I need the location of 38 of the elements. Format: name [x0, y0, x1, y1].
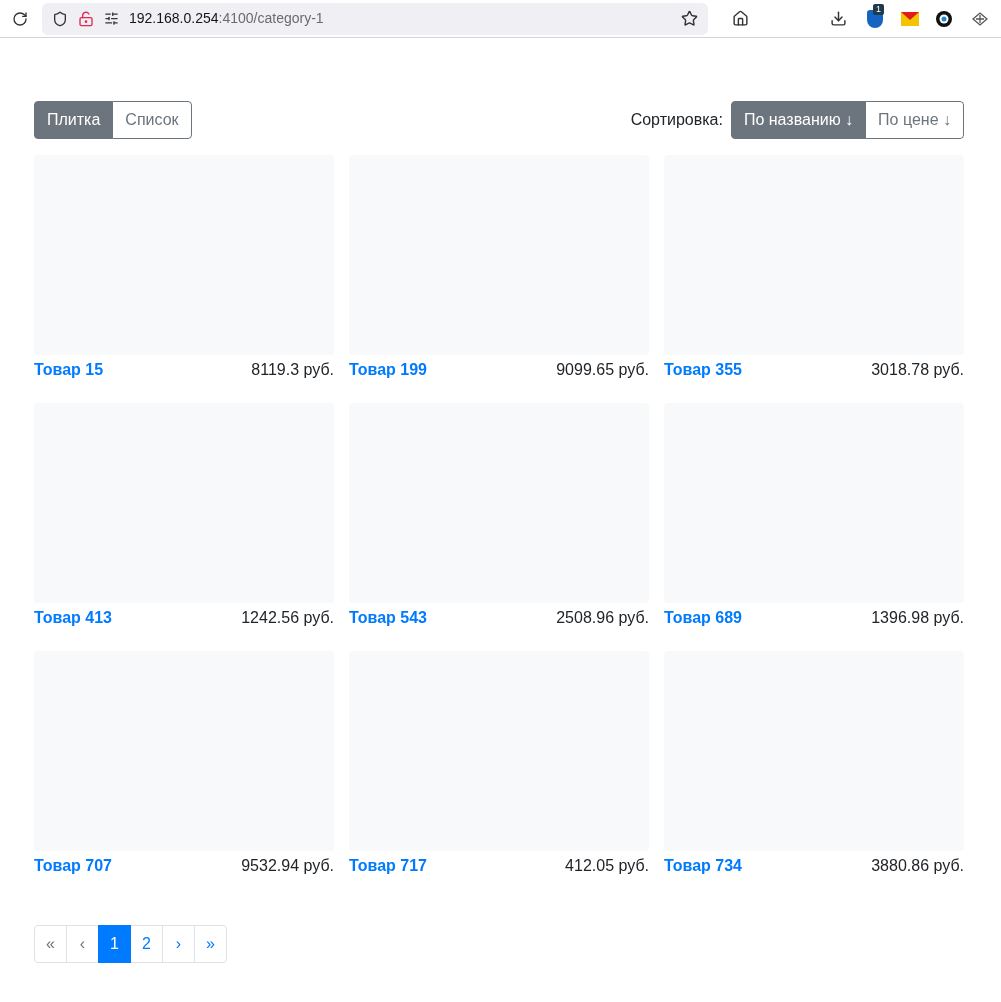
shield-icon[interactable] [52, 10, 68, 27]
home-icon[interactable] [732, 10, 749, 27]
pagination-button[interactable]: › [162, 925, 195, 963]
pagination-button[interactable]: 1 [98, 925, 131, 963]
product-link[interactable]: Товар 543 [349, 606, 427, 630]
product-price: 9532.94 руб. [241, 856, 334, 876]
sort-button[interactable]: По названию ↓ [730, 101, 867, 139]
url-text: 192.168.0.254:4100/category-1 [129, 9, 324, 28]
product-link[interactable]: Товар 734 [664, 854, 742, 878]
product-price: 3018.78 руб. [871, 360, 964, 380]
reload-icon[interactable] [12, 10, 28, 27]
product-price: 2508.96 руб. [556, 608, 649, 628]
sort-button[interactable]: По цене ↓ [865, 101, 964, 139]
product-price: 8119.3 руб. [251, 360, 334, 380]
product-link[interactable]: Товар 199 [349, 358, 427, 382]
pagination-button[interactable]: » [194, 925, 227, 963]
product-link[interactable]: Товар 717 [349, 854, 427, 878]
product-link[interactable]: Товар 707 [34, 854, 112, 878]
bookmark-star-icon[interactable] [681, 10, 698, 27]
insecure-lock-icon[interactable] [78, 10, 94, 27]
permissions-icon[interactable] [104, 11, 119, 26]
envelope-icon[interactable] [901, 11, 919, 26]
view-toggle-button[interactable]: Список [112, 101, 192, 139]
extension-badge: 1 [873, 3, 884, 15]
product-price: 3880.86 руб. [871, 856, 964, 876]
address-bar[interactable]: 192.168.0.254:4100/category-1 [42, 2, 708, 35]
product-link[interactable]: Товар 15 [34, 358, 104, 382]
product-link[interactable]: Товар 355 [664, 358, 742, 382]
product-link[interactable]: Товар 689 [664, 606, 742, 630]
download-icon[interactable] [830, 10, 847, 27]
product-price: 1242.56 руб. [241, 608, 334, 628]
eye-icon[interactable] [935, 9, 953, 28]
product-price: 9099.65 руб. [556, 360, 649, 380]
view-toggle-button[interactable]: Плитка [34, 101, 114, 139]
product-link[interactable]: Товар 413 [34, 606, 112, 630]
product-price: 1396.98 руб. [871, 608, 964, 628]
sort-label: Сортировка: [630, 110, 723, 130]
product-price: 412.05 руб. [565, 856, 649, 876]
